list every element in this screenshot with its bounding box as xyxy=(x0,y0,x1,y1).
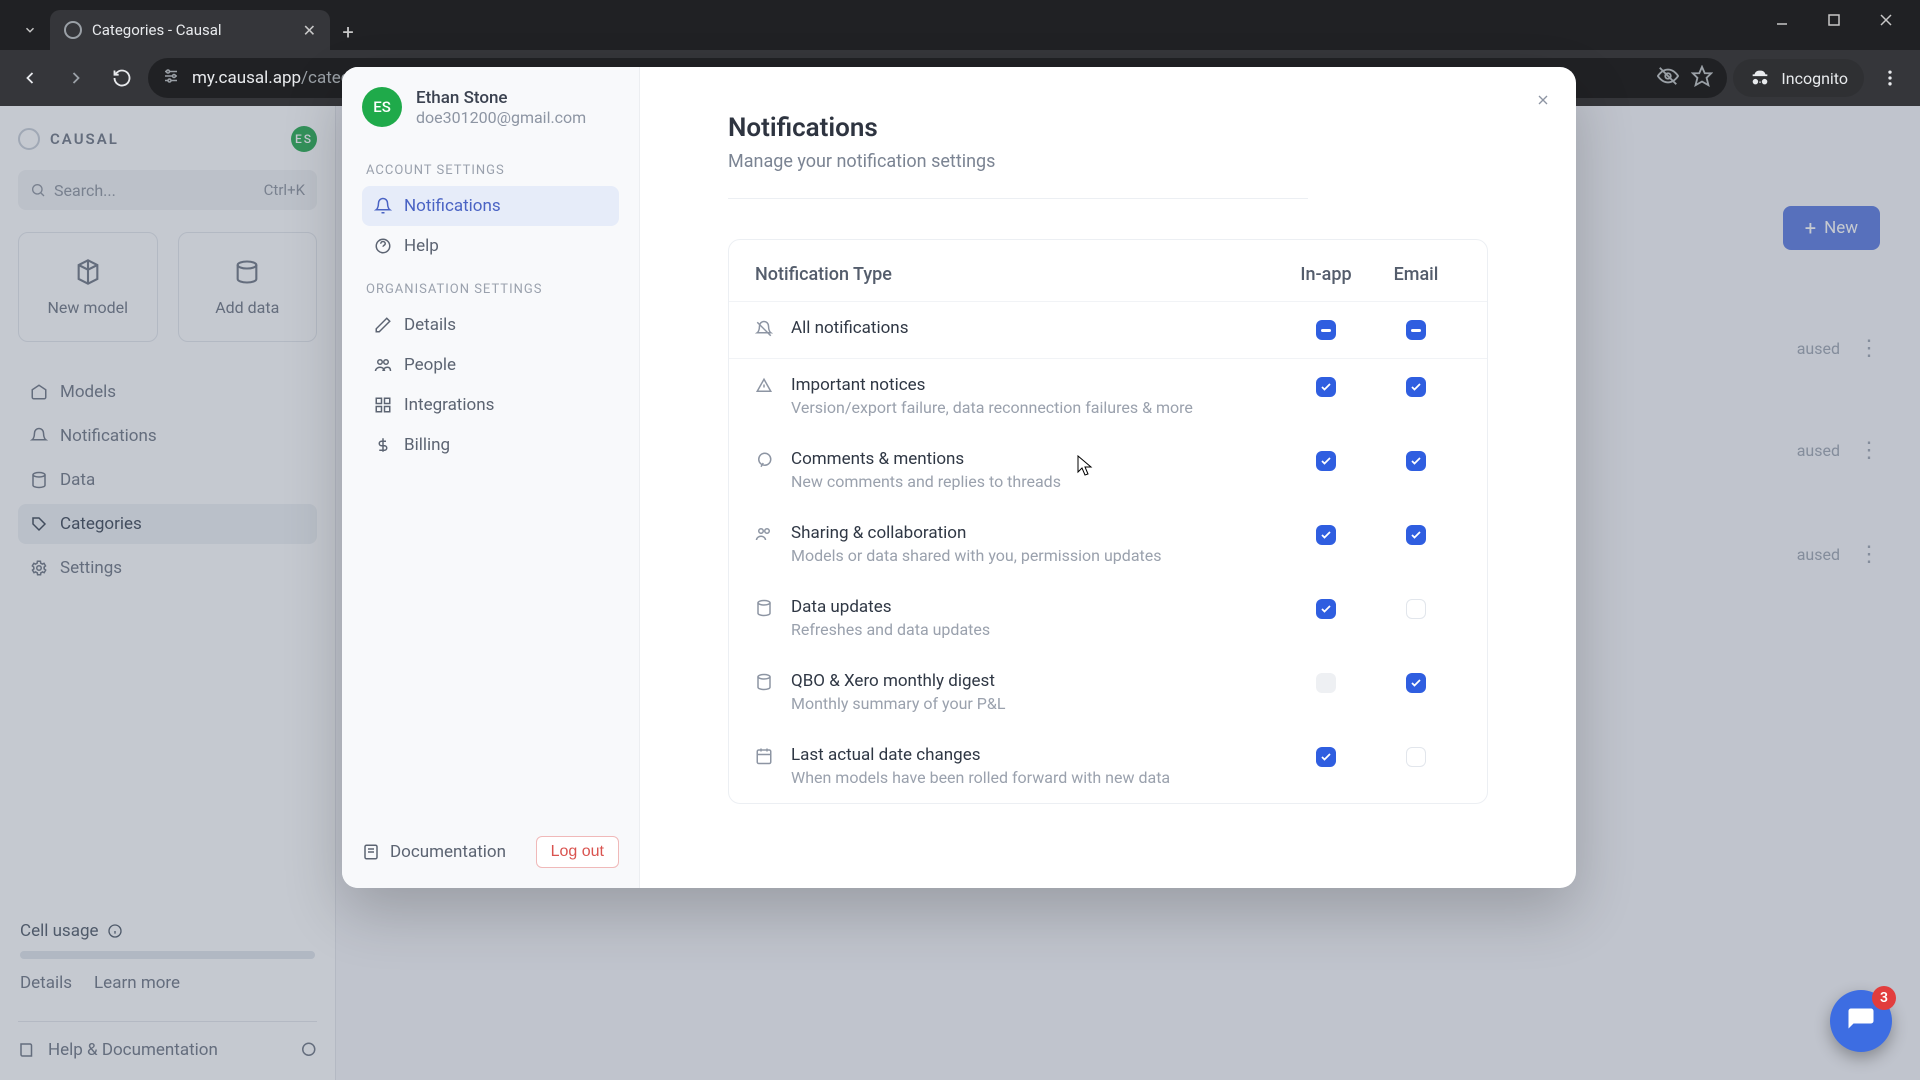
close-icon xyxy=(1535,92,1551,108)
bell-icon xyxy=(374,197,392,215)
row-icon xyxy=(755,377,775,399)
table-row: QBO & Xero monthly digest Monthly summary… xyxy=(729,655,1487,729)
sidebar-item-help[interactable]: Help xyxy=(362,226,619,266)
row-title: Data updates xyxy=(791,597,1281,617)
sidebar-item-details[interactable]: Details xyxy=(362,305,619,345)
checkbox-email[interactable] xyxy=(1406,525,1426,545)
table-row: Sharing & collaboration Models or data sh… xyxy=(729,507,1487,581)
row-title: Sharing & collaboration xyxy=(791,523,1281,543)
chat-icon xyxy=(1846,1006,1876,1036)
checkbox-email[interactable] xyxy=(1406,673,1426,693)
modal-overlay[interactable]: ES Ethan Stone doe301200@gmail.com ACCOU… xyxy=(0,0,1920,1080)
dollar-icon xyxy=(374,436,392,454)
table-header: Notification Type In-app Email xyxy=(729,246,1487,302)
row-desc: Refreshes and data updates xyxy=(791,620,1281,639)
col-type: Notification Type xyxy=(755,264,1281,285)
notification-table: Notification Type In-app Email All notif… xyxy=(728,239,1488,804)
row-title: All notifications xyxy=(791,318,1281,338)
org-section-label: ORGANISATION SETTINGS xyxy=(366,282,615,297)
people-icon xyxy=(374,356,392,374)
close-modal-button[interactable] xyxy=(1528,85,1558,115)
checkbox-inapp[interactable] xyxy=(1316,377,1336,397)
row-title: Last actual date changes xyxy=(791,745,1281,765)
checkbox-inapp[interactable] xyxy=(1316,599,1336,619)
row-title: QBO & Xero monthly digest xyxy=(791,671,1281,691)
pencil-icon xyxy=(374,316,392,334)
row-desc: When models have been rolled forward wit… xyxy=(791,768,1281,787)
logout-button[interactable]: Log out xyxy=(536,836,619,868)
chat-badge: 3 xyxy=(1872,986,1896,1010)
checkbox-email[interactable] xyxy=(1406,320,1426,340)
avatar: ES xyxy=(362,87,402,127)
modal-sidebar: ES Ethan Stone doe301200@gmail.com ACCOU… xyxy=(342,67,640,888)
integrations-icon xyxy=(374,396,392,414)
sidebar-footer: Documentation Log out xyxy=(362,820,619,868)
page-subtitle: Manage your notification settings xyxy=(728,151,1488,172)
table-row: All notifications xyxy=(729,302,1487,359)
settings-modal: ES Ethan Stone doe301200@gmail.com ACCOU… xyxy=(342,67,1576,888)
sidebar-item-billing[interactable]: Billing xyxy=(362,425,619,465)
row-title: Comments & mentions xyxy=(791,449,1281,469)
profile-name: Ethan Stone xyxy=(416,88,586,108)
documentation-link[interactable]: Documentation xyxy=(362,842,524,862)
row-icon xyxy=(755,747,775,769)
row-icon xyxy=(755,599,775,621)
col-inapp: In-app xyxy=(1281,264,1371,285)
checkbox-email[interactable] xyxy=(1406,747,1426,767)
checkbox-inapp[interactable] xyxy=(1316,747,1336,767)
checkbox-inapp xyxy=(1316,673,1336,693)
modal-main: Notifications Manage your notification s… xyxy=(640,67,1576,888)
row-desc: Models or data shared with you, permissi… xyxy=(791,546,1281,565)
table-row: Important notices Version/export failure,… xyxy=(729,359,1487,433)
row-desc: New comments and replies to threads xyxy=(791,472,1281,491)
row-desc: Version/export failure, data reconnectio… xyxy=(791,398,1281,417)
table-row: Last actual date changes When models have… xyxy=(729,729,1487,803)
chat-bubble[interactable]: 3 xyxy=(1830,990,1892,1052)
checkbox-inapp[interactable] xyxy=(1316,320,1336,340)
row-icon xyxy=(755,673,775,695)
row-desc: Monthly summary of your P&L xyxy=(791,694,1281,713)
profile: ES Ethan Stone doe301200@gmail.com xyxy=(362,87,619,127)
table-row: Data updates Refreshes and data updates xyxy=(729,581,1487,655)
sidebar-item-people[interactable]: People xyxy=(362,345,619,385)
page-title: Notifications xyxy=(728,113,1488,143)
checkbox-email[interactable] xyxy=(1406,599,1426,619)
table-row: Comments & mentions New comments and repl… xyxy=(729,433,1487,507)
checkbox-email[interactable] xyxy=(1406,377,1426,397)
row-title: Important notices xyxy=(791,375,1281,395)
checkbox-email[interactable] xyxy=(1406,451,1426,471)
checkbox-inapp[interactable] xyxy=(1316,451,1336,471)
checkbox-inapp[interactable] xyxy=(1316,525,1336,545)
account-section-label: ACCOUNT SETTINGS xyxy=(366,163,615,178)
doc-icon xyxy=(362,843,380,861)
row-icon xyxy=(755,451,775,473)
divider xyxy=(728,198,1308,199)
profile-email: doe301200@gmail.com xyxy=(416,108,586,127)
help-icon xyxy=(374,237,392,255)
row-icon xyxy=(755,525,775,547)
col-email: Email xyxy=(1371,264,1461,285)
row-icon xyxy=(755,320,775,342)
sidebar-item-notifications[interactable]: Notifications xyxy=(362,186,619,226)
sidebar-item-integrations[interactable]: Integrations xyxy=(362,385,619,425)
